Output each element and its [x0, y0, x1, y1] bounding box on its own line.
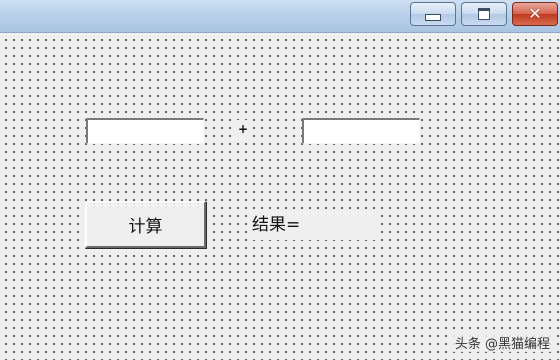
close-button[interactable]: ✕ [512, 2, 558, 26]
maximize-button[interactable] [461, 2, 507, 26]
close-icon: ✕ [528, 4, 542, 23]
minimize-button[interactable] [410, 2, 456, 26]
plus-label: + [236, 120, 250, 138]
title-bar[interactable]: ✕ [0, 0, 560, 33]
calculate-button-label: 计算 [128, 217, 163, 237]
result-label: 结果= [250, 210, 376, 240]
second-number-input[interactable] [302, 118, 420, 144]
maximize-icon [478, 8, 490, 20]
calculate-button[interactable]: 计算 [85, 201, 206, 248]
app-window: ✕ + 计算 结果= 头条 @黑猫编程 [0, 0, 560, 360]
first-number-input[interactable] [86, 118, 204, 144]
minimize-icon [425, 13, 441, 21]
form-design-surface [0, 33, 560, 360]
watermark-text: 头条 @黑猫编程 [452, 333, 552, 352]
